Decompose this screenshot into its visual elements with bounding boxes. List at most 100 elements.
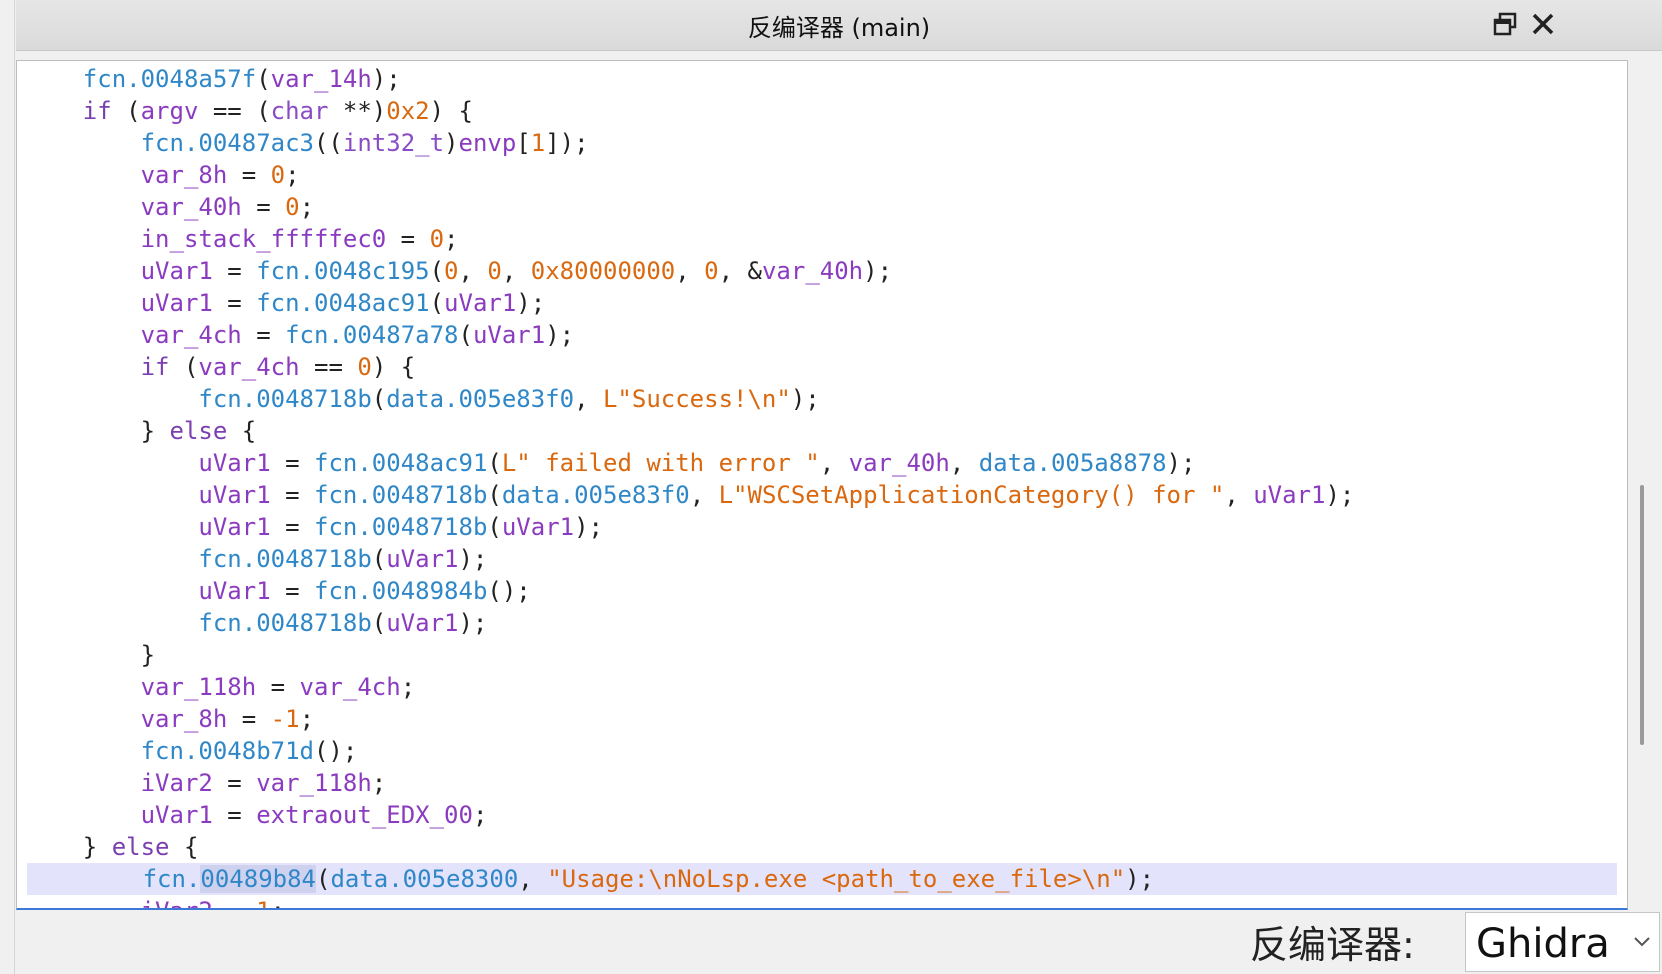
code-token: ) { [429,97,473,125]
code-token: ); [545,321,575,349]
code-token: ) { [371,353,416,381]
code-token: = [241,193,286,221]
code-token: char [270,97,329,125]
code-token: ; [472,801,488,829]
code-token: fcn.0048718b [198,385,372,413]
code-token: , [518,865,548,893]
code-token: = [213,897,256,908]
code-line[interactable]: fcn.0048a57f(var_14h); [17,63,1627,95]
code-line[interactable]: } else { [17,831,1627,863]
code-token: iVar2 [140,769,213,797]
code-line[interactable]: } else { [17,415,1627,447]
code-token: var_118h [140,673,257,701]
code-token: 1 [530,129,546,157]
code-token: 00489b84 [200,865,316,893]
code-line-current[interactable]: fcn.00489b84(data.005e8300, "Usage:\nNoL… [27,863,1617,895]
code-token: ( [371,545,387,573]
code-line[interactable]: uVar1 = fcn.0048ac91(uVar1); [17,287,1627,319]
code-line[interactable]: fcn.0048718b(uVar1); [17,543,1627,575]
code-token: ( [458,321,473,349]
code-token: ( [487,513,502,541]
code-line[interactable]: var_118h = var_4ch; [17,671,1627,703]
code-token: ); [574,513,603,541]
code-line[interactable]: uVar1 = fcn.0048718b(uVar1); [17,511,1627,543]
code-token: = [386,225,430,253]
code-line[interactable]: fcn.0048718b(uVar1); [17,607,1627,639]
code-line[interactable]: fcn.0048718b(data.005e83f0, L"Success!\n… [17,383,1627,415]
code-token: } [140,641,156,669]
code-line[interactable]: iVar2 = 1; [17,895,1627,908]
code-line[interactable]: uVar1 = fcn.0048984b(); [17,575,1627,607]
code-token: = [270,577,314,605]
code-text[interactable]: fcn.0048a57f(var_14h); if (argv == (char… [17,61,1627,908]
code-line[interactable]: } [17,639,1627,671]
code-token: == [299,353,358,381]
code-line[interactable]: fcn.00487ac3((int32_t)envp[1]); [17,127,1627,159]
code-token: ) [444,129,459,157]
code-line[interactable]: fcn.0048b71d(); [17,735,1627,767]
code-line[interactable]: uVar1 = extraout_EDX_00; [17,799,1627,831]
code-line[interactable]: var_8h = 0; [17,159,1627,191]
code-token: ( [169,353,199,381]
restore-window-button[interactable] [1488,7,1522,41]
code-token: (( [313,129,343,157]
code-token: envp [458,129,517,157]
code-line[interactable]: if (var_4ch == 0) { [17,351,1627,383]
close-panel-button[interactable] [1526,7,1560,41]
code-token: ]); [545,129,589,157]
code-line[interactable]: in_stack_fffffec0 = 0; [17,223,1627,255]
code-token: ( [487,481,502,509]
code-token: ; [444,225,459,253]
decompiled-code-view[interactable]: fcn.0048a57f(var_14h); if (argv == (char… [16,60,1628,910]
code-token: var_14h [270,65,372,93]
code-token: ( [487,449,502,477]
code-token: uVar1 [140,289,213,317]
code-token: data.005a8878 [978,449,1167,477]
decompiler-select[interactable]: Ghidra [1465,912,1660,972]
code-token: ( [111,97,141,125]
code-line[interactable]: uVar1 = fcn.0048c195(0, 0, 0x80000000, 0… [17,255,1627,287]
code-token: = [227,705,271,733]
panel-title: 反编译器 (main) [747,13,931,42]
decompiler-select-value: Ghidra [1476,921,1610,967]
code-token: ); [458,545,488,573]
code-token: var_40h [140,193,242,221]
code-token: { [169,833,199,861]
code-line[interactable]: var_4ch = fcn.00487a78(uVar1); [17,319,1627,351]
vertical-scrollbar[interactable] [1632,60,1656,907]
code-token: , [1224,481,1254,509]
scrollbar-thumb[interactable] [1640,485,1644,745]
code-token: 0x2 [386,97,430,125]
code-line[interactable]: var_8h = -1; [17,703,1627,735]
code-token: ( [429,257,445,285]
code-token: uVar1 [386,545,459,573]
code-line[interactable]: uVar1 = fcn.0048718b(data.005e83f0, L"WS… [17,479,1627,511]
code-token: L"WSCSetApplicationCategory() for " [718,481,1225,509]
code-token: ( [315,865,331,893]
code-line[interactable]: uVar1 = fcn.0048ac91(L" failed with erro… [17,447,1627,479]
code-token: var_118h [256,769,372,797]
code-token: fcn.0048718b [314,513,488,541]
code-token: 0 [357,353,372,381]
code-line[interactable]: var_40h = 0; [17,191,1627,223]
panel-title-bar[interactable]: 反编译器 (main) [16,0,1662,51]
code-token: } [82,833,112,861]
code-token: ); [1325,481,1355,509]
code-line[interactable]: if (argv == (char **)0x2) { [17,95,1627,127]
code-token: ; [371,769,387,797]
code-line[interactable]: iVar2 = var_118h; [17,767,1627,799]
code-token: 0 [429,225,445,253]
code-token: ; [299,705,315,733]
